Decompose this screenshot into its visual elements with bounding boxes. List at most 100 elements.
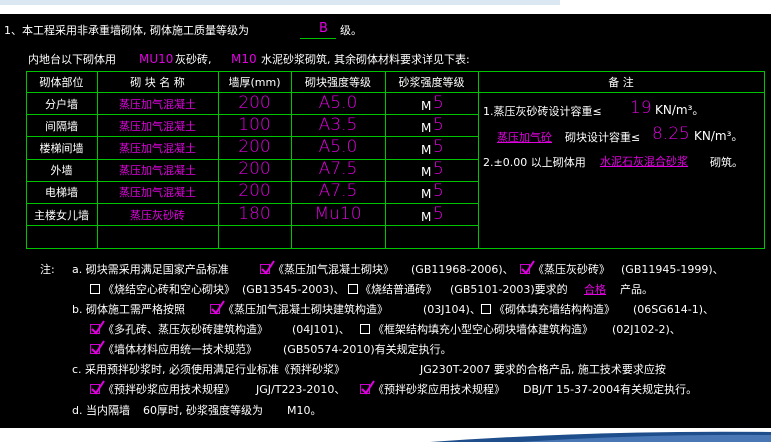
checkbox-unchecked[interactable] bbox=[90, 284, 100, 294]
intro-line1-prefix: 1、本工程采用非承重墙砌体, 砌体施工质量等级为 bbox=[4, 24, 249, 37]
row-thickness: 200 bbox=[238, 137, 271, 157]
remark-2-unit: KN/m³。 bbox=[694, 129, 744, 143]
row-mortar-value: 5 bbox=[433, 159, 444, 179]
row-material: 蒸压灰砂砖 bbox=[130, 209, 185, 222]
note-a2-code1: (GB13545-2003)、 bbox=[242, 283, 345, 296]
note-d-m: M10。 bbox=[287, 404, 322, 417]
row-strength: A5.0 bbox=[318, 137, 358, 157]
th-name: 砌 块 名 称 bbox=[130, 76, 185, 89]
th-part: 砌体部位 bbox=[39, 76, 84, 89]
row-part: 外墙 bbox=[50, 164, 73, 177]
row-part: 间隔墙 bbox=[45, 120, 78, 133]
note-a2-code2: (GB5101-2003)要求的 bbox=[450, 283, 568, 296]
remark-1-prefix: 1.蒸压灰砂砖设计容重≤ bbox=[483, 105, 602, 118]
note-a2-std1: 《烧结空心砖和空心砌块》 bbox=[103, 283, 235, 296]
row-strength: A7.5 bbox=[318, 159, 358, 179]
note-a-text: a. 砌块需采用满足国家产品标准 bbox=[72, 263, 229, 276]
checkbox-unchecked[interactable] bbox=[481, 304, 491, 314]
note-d-text: d. 当内隔墙 bbox=[72, 404, 130, 417]
checkbox-checked[interactable] bbox=[520, 260, 535, 275]
checkbox-checked[interactable] bbox=[90, 320, 105, 335]
th-remarks: 备 注 bbox=[608, 76, 634, 89]
note-b2-code1: (04J101)、 bbox=[292, 323, 350, 336]
row-thickness: 200 bbox=[238, 93, 271, 113]
checkbox-checked[interactable] bbox=[90, 340, 105, 355]
intro-grade: B bbox=[319, 21, 328, 36]
note-b3-code1: (GB50574-2010)有关规定执行。 bbox=[283, 343, 452, 356]
row-strength: A7.5 bbox=[318, 181, 358, 201]
row-mortar-value: 5 bbox=[433, 137, 444, 157]
row-material: 蒸压加气混凝土 bbox=[119, 98, 196, 111]
row-mortar-value: 5 bbox=[433, 204, 444, 224]
row-thickness: 180 bbox=[238, 204, 271, 224]
th-strength: 砌块强度等级 bbox=[305, 76, 371, 89]
note-c2-std1: 《预拌砂浆应用技术规程》 bbox=[103, 383, 235, 396]
th-thickness: 墙厚(mm) bbox=[228, 76, 281, 89]
note-c-text: c. 采用预拌砂浆时, 必须使用满足行业标准《预拌砂浆》 bbox=[72, 363, 346, 376]
table-hline bbox=[26, 92, 764, 93]
note-d-mid: 60厚时, 砂浆强度等级为 bbox=[143, 404, 263, 417]
table-vline bbox=[478, 71, 479, 249]
note-b2-std1: 《多孔砖、蒸压灰砂砖建筑构造》 bbox=[103, 323, 268, 336]
row-material: 蒸压加气混凝土 bbox=[119, 186, 196, 199]
table-vline bbox=[764, 71, 765, 249]
checkbox-checked[interactable] bbox=[210, 300, 225, 315]
intro-line2-prefix: 内地台以下砌体用 bbox=[28, 53, 116, 66]
note-b3-std1: 《墙体材料应用统一技术规范》 bbox=[103, 343, 257, 356]
intro-m: M10 bbox=[231, 52, 257, 66]
remark-3-mortar: 水泥石灰混合砂浆 bbox=[600, 155, 688, 168]
row-thickness: 200 bbox=[238, 181, 271, 201]
table-vline bbox=[97, 71, 98, 249]
note-a-std2: 《蒸压灰砂砖》 bbox=[533, 263, 610, 276]
note-b-std2: 《砌体填充墙结构构造》 bbox=[494, 303, 615, 316]
row-mortar-m: M bbox=[421, 187, 432, 201]
grade-underline bbox=[300, 38, 336, 39]
notes-label: 注: bbox=[40, 263, 55, 276]
note-a2-suffix: 产品。 bbox=[620, 283, 653, 296]
remark-3-prefix: 2.±0.00 以上砌体用 bbox=[483, 156, 586, 169]
checkbox-checked[interactable] bbox=[260, 260, 275, 275]
row-mortar-m: M bbox=[421, 143, 432, 157]
row-mortar-value: 5 bbox=[433, 115, 444, 135]
row-part: 分户墙 bbox=[45, 98, 78, 111]
note-b-std1: 《蒸压加气混凝土砌块建筑构造》 bbox=[223, 303, 388, 316]
note-c-code: JG230T-2007 要求的合格产品, 施工技术要求应按 bbox=[420, 363, 666, 376]
table-vline bbox=[26, 71, 27, 249]
intro-line2-suffix: 水泥砂浆砌筑, 其余砌体材料要求详见下表: bbox=[261, 53, 470, 66]
row-strength: Mu10 bbox=[314, 204, 362, 224]
row-mortar-m: M bbox=[421, 99, 432, 113]
row-material: 蒸压加气混凝土 bbox=[119, 142, 196, 155]
remark-3-suffix: 砌筑。 bbox=[710, 156, 743, 169]
row-material: 蒸压加气混凝土 bbox=[119, 164, 196, 177]
row-part: 电梯墙 bbox=[45, 186, 78, 199]
note-b2-code2: (02J102-2)、 bbox=[612, 323, 681, 336]
intro-line2-mid: 灰砂砖, bbox=[175, 53, 212, 66]
row-strength: A5.0 bbox=[318, 93, 358, 113]
remark-1-unit: KN/m³。 bbox=[655, 103, 705, 117]
checkbox-checked[interactable] bbox=[360, 380, 375, 395]
checkbox-unchecked[interactable] bbox=[348, 284, 358, 294]
note-b-code2: (06SG614-1)、 bbox=[633, 303, 715, 316]
table-hline bbox=[26, 71, 764, 72]
top-band bbox=[0, 0, 560, 5]
intro-line1-suffix: 级。 bbox=[340, 24, 362, 37]
note-b-text: b. 砌体施工需严格按照 bbox=[72, 303, 185, 316]
th-mortar: 砂浆强度等级 bbox=[398, 76, 465, 89]
row-mortar-m: M bbox=[421, 121, 432, 135]
checkbox-checked[interactable] bbox=[90, 380, 105, 395]
slide-decoration bbox=[0, 428, 771, 442]
row-part: 主楼女儿墙 bbox=[34, 209, 89, 222]
table-hline bbox=[26, 248, 764, 249]
row-mortar-m: M bbox=[421, 165, 432, 179]
row-material: 蒸压加气混凝土 bbox=[119, 120, 196, 133]
row-mortar-value: 5 bbox=[433, 93, 444, 113]
cad-drawing-canvas[interactable]: 1、本工程采用非承重墙砌体, 砌体施工质量等级为 B 级。 内地台以下砌体用 M… bbox=[0, 14, 771, 428]
intro-mu: MU10 bbox=[139, 52, 174, 66]
note-c2-code2: DBJ/T 15-37-2004有关规定执行。 bbox=[523, 383, 698, 396]
row-thickness: 100 bbox=[238, 115, 271, 135]
checkbox-unchecked[interactable] bbox=[360, 324, 370, 334]
row-mortar-value: 5 bbox=[433, 181, 444, 201]
remark-2-value: 8.25 bbox=[652, 124, 690, 144]
note-a2-grade: 合格 bbox=[584, 283, 606, 296]
remark-2-mid: 砌块设计容重≤ bbox=[565, 131, 641, 144]
